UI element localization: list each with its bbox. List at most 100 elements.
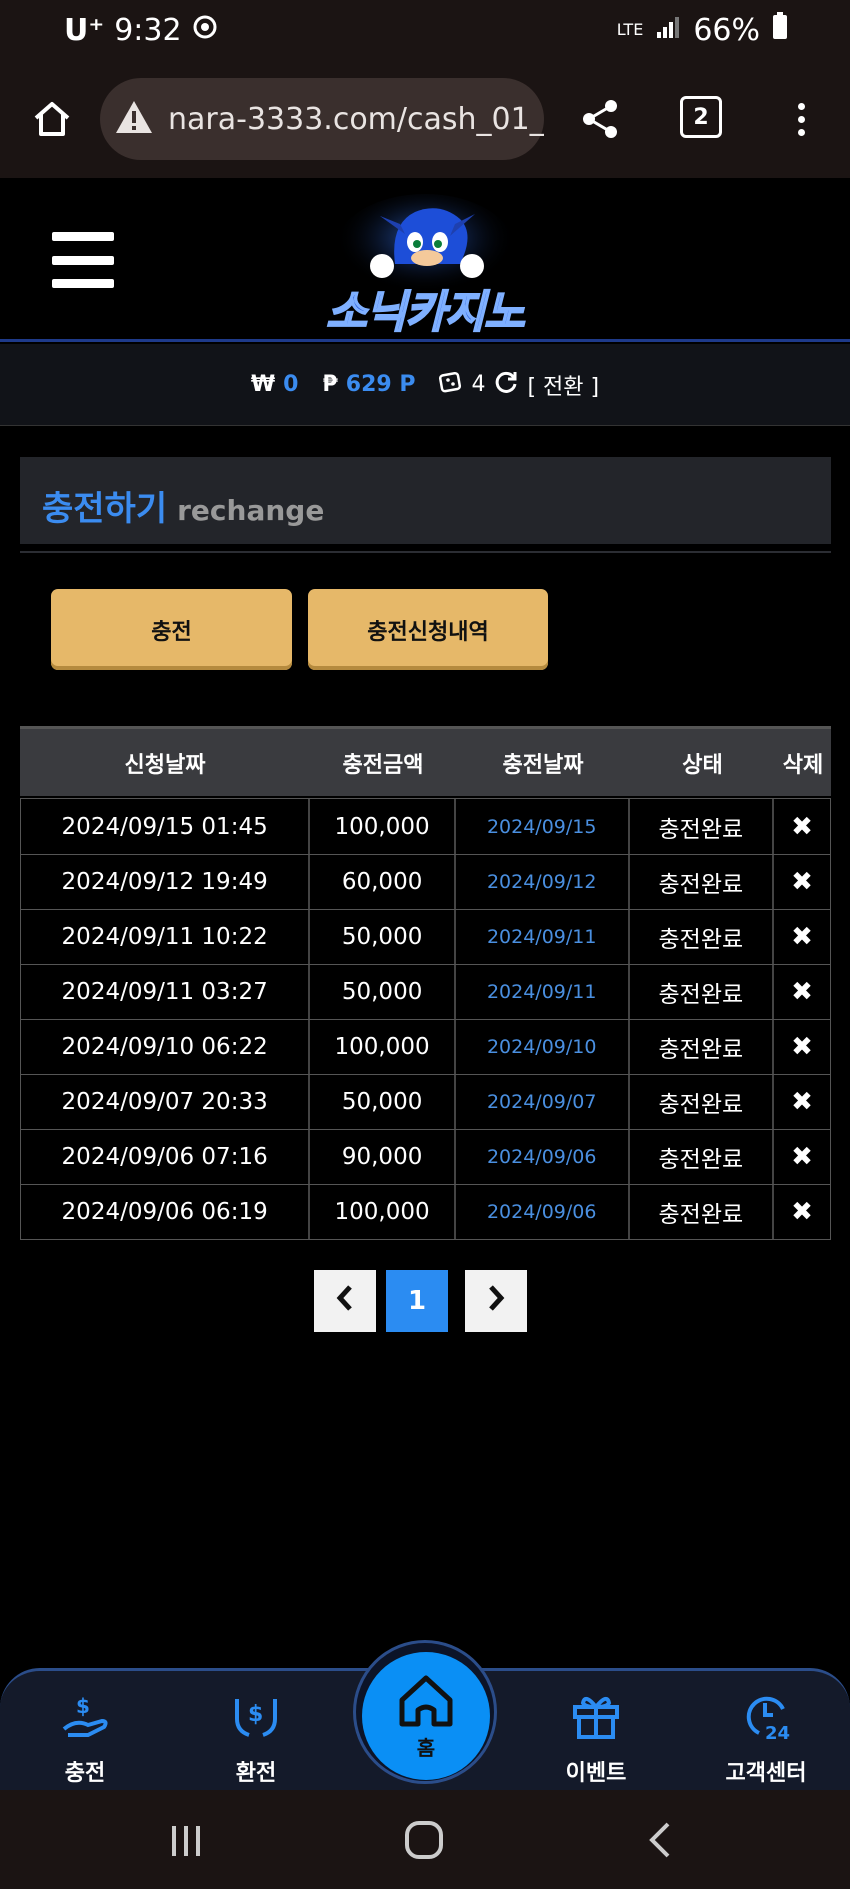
carrier-label: U⁺	[64, 12, 105, 48]
header-request-date: 신청날짜	[124, 752, 206, 778]
cell-amount: 90,000	[310, 1130, 456, 1184]
gift-icon	[569, 1689, 623, 1747]
header-charge-date: 충전날짜	[502, 752, 584, 778]
battery-icon	[772, 12, 788, 48]
cell-charge-date: 2024/09/11	[456, 910, 630, 964]
refresh-icon[interactable]	[493, 369, 519, 401]
delete-icon[interactable]: ✖	[774, 855, 830, 909]
page-number-button[interactable]: 1	[386, 1270, 448, 1332]
cell-status: 충전완료	[630, 965, 775, 1019]
chip-icon	[439, 370, 463, 400]
cell-charge-date: 2024/09/10	[456, 1020, 630, 1074]
delete-icon[interactable]: ✖	[774, 910, 830, 964]
nav-home-button[interactable]: 홈	[362, 1652, 490, 1780]
table-row: 2024/09/06 07:16 90,000 2024/09/06 충전완료 …	[21, 1129, 830, 1184]
cell-request-date: 2024/09/10 06:22	[21, 1020, 311, 1074]
sync-icon	[192, 13, 218, 48]
table-row: 2024/09/06 06:19 100,000 2024/09/06 충전완료…	[21, 1184, 830, 1239]
point-symbol: ₱	[322, 372, 338, 397]
cell-charge-date: 2024/09/07	[456, 1075, 630, 1129]
warning-icon	[114, 99, 154, 139]
logo-text: 소닉카지노	[325, 286, 525, 339]
chip-balance: 4	[471, 372, 486, 397]
cell-request-date: 2024/09/11 10:22	[21, 910, 311, 964]
table-header: 신청날짜 충전금액 충전날짜 상태 삭제	[20, 726, 831, 796]
point-balance: 629 P	[345, 372, 416, 397]
battery-percent: 66%	[693, 12, 760, 48]
chevron-right-icon	[484, 1283, 508, 1320]
chevron-left-icon	[333, 1283, 357, 1320]
android-home-icon[interactable]	[398, 1814, 450, 1866]
cell-amount: 60,000	[310, 855, 456, 909]
cell-status: 충전완료	[630, 1185, 775, 1239]
home-icon[interactable]	[26, 93, 78, 145]
delete-icon[interactable]: ✖	[774, 1020, 830, 1074]
cell-request-date: 2024/09/11 03:27	[21, 965, 311, 1019]
cell-status: 충전완료	[630, 1020, 775, 1074]
cell-status: 충전완료	[630, 799, 775, 854]
table-row: 2024/09/07 20:33 50,000 2024/09/07 충전완료 …	[21, 1074, 830, 1129]
table-body: 2024/09/15 01:45 100,000 2024/09/15 충전완료…	[20, 798, 831, 1240]
nav-support[interactable]: 24 고객센터	[706, 1689, 826, 1787]
charge-history-button[interactable]: 충전신청내역	[308, 589, 548, 670]
section-divider	[20, 551, 831, 553]
charge-hand-icon: $	[58, 1689, 112, 1747]
next-page-button[interactable]	[465, 1270, 527, 1332]
hamburger-menu-icon[interactable]	[52, 232, 114, 288]
delete-icon[interactable]: ✖	[774, 1185, 830, 1239]
header-status: 상태	[682, 752, 723, 778]
header-delete: 삭제	[782, 752, 824, 778]
table-row: 2024/09/10 06:22 100,000 2024/09/10 충전완료…	[21, 1019, 830, 1074]
signal-icon	[655, 13, 681, 48]
svg-text:$: $	[248, 1702, 263, 1727]
delete-icon[interactable]: ✖	[774, 965, 830, 1019]
cell-status: 충전완료	[630, 855, 775, 909]
tab-count-button[interactable]: 2	[680, 96, 722, 138]
svg-text:24: 24	[765, 1723, 790, 1743]
clock: 9:32	[114, 12, 182, 48]
nav-event[interactable]: 이벤트	[536, 1689, 656, 1787]
svg-text:$: $	[76, 1694, 90, 1718]
status-bar: U⁺ 9:32 LTE 66%	[0, 0, 850, 60]
convert-link[interactable]: [ 전환 ]	[527, 369, 599, 401]
table-row: 2024/09/12 19:49 60,000 2024/09/12 충전완료 …	[21, 854, 830, 909]
page-title: 충전하기	[42, 489, 168, 529]
nav-support-label: 고객센터	[725, 1761, 807, 1786]
cell-charge-date: 2024/09/12	[456, 855, 630, 909]
table-row: 2024/09/15 01:45 100,000 2024/09/15 충전완료…	[21, 799, 830, 854]
overflow-menu-icon[interactable]	[786, 93, 816, 145]
cell-amount: 50,000	[310, 965, 456, 1019]
url-bar[interactable]: nara-3333.com/cash_01_1.	[100, 78, 544, 160]
cell-amount: 50,000	[310, 1075, 456, 1129]
won-symbol: ₩	[250, 372, 276, 397]
cell-charge-date: 2024/09/06	[456, 1185, 630, 1239]
cell-charge-date: 2024/09/11	[456, 965, 630, 1019]
prev-page-button[interactable]	[314, 1270, 376, 1332]
nav-event-label: 이벤트	[565, 1761, 627, 1786]
charge-button[interactable]: 충전	[51, 589, 292, 670]
cell-amount: 100,000	[310, 799, 456, 854]
nav-charge-label: 충전	[64, 1761, 106, 1786]
won-balance: 0	[283, 372, 299, 397]
cell-amount: 100,000	[310, 1020, 456, 1074]
nav-exchange-label: 환전	[235, 1761, 277, 1786]
delete-icon[interactable]: ✖	[774, 799, 830, 854]
balance-bar: ₩ 0 ₱ 629 P 4 [ 전환 ]	[0, 344, 850, 426]
site-header: 소닉카지노	[0, 180, 850, 342]
cell-request-date: 2024/09/15 01:45	[21, 799, 311, 854]
cell-request-date: 2024/09/06 06:19	[21, 1185, 311, 1239]
delete-icon[interactable]: ✖	[774, 1075, 830, 1129]
share-icon[interactable]	[574, 93, 626, 145]
android-navigation-bar	[0, 1790, 850, 1889]
browser-toolbar: nara-3333.com/cash_01_1. 2	[0, 60, 850, 178]
recent-apps-icon[interactable]	[160, 1814, 212, 1866]
back-icon[interactable]	[636, 1814, 688, 1866]
site-logo[interactable]: 소닉카지노	[300, 194, 550, 339]
nav-exchange[interactable]: $ 환전	[196, 1689, 316, 1787]
delete-icon[interactable]: ✖	[774, 1130, 830, 1184]
cell-amount: 100,000	[310, 1185, 456, 1239]
cell-request-date: 2024/09/07 20:33	[21, 1075, 311, 1129]
nav-charge[interactable]: $ 충전	[25, 1689, 145, 1787]
home-icon	[396, 1672, 456, 1732]
table-row: 2024/09/11 03:27 50,000 2024/09/11 충전완료 …	[21, 964, 830, 1019]
